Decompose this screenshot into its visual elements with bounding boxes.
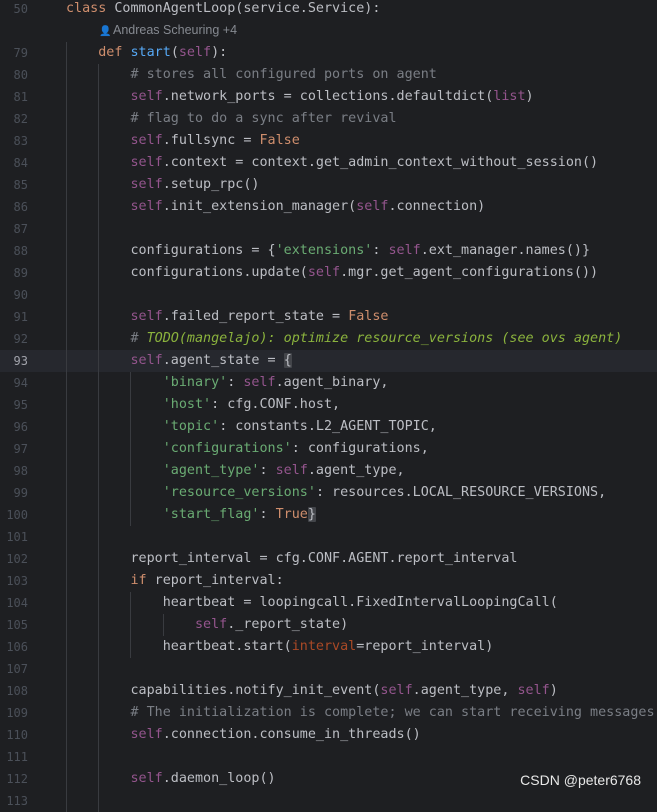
code-text[interactable]: capabilities.notify_init_event(self.agen… [66, 680, 557, 702]
watermark: CSDN @peter6768 [520, 772, 641, 788]
line-number[interactable]: 101 [0, 526, 28, 548]
code-text[interactable]: self._report_state) [66, 614, 348, 636]
code-text[interactable]: 'binary': self.agent_binary, [66, 372, 389, 394]
code-text[interactable]: 'host': cfg.CONF.host, [66, 394, 340, 416]
person-icon: 👤 [99, 26, 112, 37]
line-number[interactable]: 93 [0, 350, 28, 372]
code-text[interactable]: 'topic': constants.L2_AGENT_TOPIC, [66, 416, 437, 438]
code-text[interactable]: # The initialization is complete; we can… [66, 702, 655, 724]
line-number[interactable]: 112 [0, 768, 28, 790]
indent-guide [98, 64, 100, 812]
line-number[interactable]: 105 [0, 614, 28, 636]
code-text[interactable]: self.failed_report_state = False [66, 306, 389, 328]
line-number[interactable]: 103 [0, 570, 28, 592]
indent-guide [130, 372, 132, 526]
code-text[interactable]: configurations = {'extensions': self.ext… [66, 240, 590, 262]
indent-guide [66, 42, 67, 812]
code-text[interactable]: self.network_ports = collections.default… [66, 86, 534, 108]
code-text[interactable]: # TODO(mangelajo): optimize resource_ver… [66, 328, 623, 350]
code-text[interactable]: 'agent_type': self.agent_type, [66, 460, 405, 482]
code-text[interactable]: # flag to do a sync after revival [66, 108, 397, 130]
line-number[interactable]: 82 [0, 108, 28, 130]
code-text[interactable]: self.context = context.get_admin_context… [66, 152, 599, 174]
code-text[interactable]: class CommonAgentLoop(service.Service): [66, 0, 380, 20]
line-number[interactable]: 91 [0, 306, 28, 328]
line-number[interactable]: 84 [0, 152, 28, 174]
code-text[interactable]: # stores all configured ports on agent [66, 64, 437, 86]
line-number[interactable]: 87 [0, 218, 28, 240]
line-number[interactable]: 113 [0, 790, 28, 812]
line-number[interactable]: 96 [0, 416, 28, 438]
blame-annotation[interactable]: 👤 Andreas Scheuring +4 [99, 19, 237, 41]
code-line-79[interactable]: 79 def start(self): [0, 42, 657, 64]
code-line-50[interactable]: 50 class CommonAgentLoop(service.Service)… [0, 0, 657, 20]
line-number[interactable]: 86 [0, 196, 28, 218]
code-text[interactable]: report_interval = cfg.CONF.AGENT.report_… [66, 548, 517, 570]
indent-guide [130, 592, 132, 658]
line-number[interactable]: 107 [0, 658, 28, 680]
line-number[interactable]: 106 [0, 636, 28, 658]
indent-guide [162, 614, 164, 636]
blame-author: Andreas Scheuring +4 [113, 23, 238, 37]
code-text[interactable]: self.init_extension_manager(self.connect… [66, 196, 486, 218]
code-text[interactable]: def start(self): [66, 42, 227, 64]
line-number[interactable]: 100 [0, 504, 28, 526]
line-number[interactable]: 95 [0, 394, 28, 416]
line-number[interactable]: 83 [0, 130, 28, 152]
line-number[interactable]: 99 [0, 482, 28, 504]
line-number[interactable]: 89 [0, 262, 28, 284]
code-text[interactable]: 'resource_versions': resources.LOCAL_RES… [66, 482, 606, 504]
line-number[interactable]: 111 [0, 746, 28, 768]
code-text[interactable]: 'configurations': configurations, [66, 438, 429, 460]
code-text[interactable]: self.fullsync = False [66, 130, 300, 152]
code-text[interactable]: 'start_flag': True} [66, 504, 316, 526]
line-number[interactable]: 102 [0, 548, 28, 570]
line-number[interactable]: 108 [0, 680, 28, 702]
line-number[interactable]: 109 [0, 702, 28, 724]
code-text[interactable]: configurations.update(self.mgr.get_agent… [66, 262, 598, 284]
code-text[interactable]: self.connection.consume_in_threads() [66, 724, 421, 746]
line-number[interactable]: 98 [0, 460, 28, 482]
line-number[interactable]: 94 [0, 372, 28, 394]
line-number[interactable]: 88 [0, 240, 28, 262]
line-number[interactable]: 85 [0, 174, 28, 196]
line-number[interactable]: 90 [0, 284, 28, 306]
line-number[interactable]: 110 [0, 724, 28, 746]
code-text[interactable]: heartbeat = loopingcall.FixedIntervalLoo… [66, 592, 558, 614]
code-text[interactable]: self.setup_rpc() [66, 174, 260, 196]
line-number[interactable]: 79 [0, 42, 28, 64]
line-number[interactable]: 81 [0, 86, 28, 108]
line-number[interactable]: 50 [0, 0, 28, 20]
code-editor[interactable]: 👤 Andreas Scheuring +4 50 class CommonAgen… [0, 0, 657, 812]
line-number[interactable]: 80 [0, 64, 28, 86]
line-number[interactable]: 92 [0, 328, 28, 350]
code-text[interactable]: self.agent_state = { [66, 350, 292, 372]
line-number[interactable]: 104 [0, 592, 28, 614]
line-number[interactable]: 97 [0, 438, 28, 460]
